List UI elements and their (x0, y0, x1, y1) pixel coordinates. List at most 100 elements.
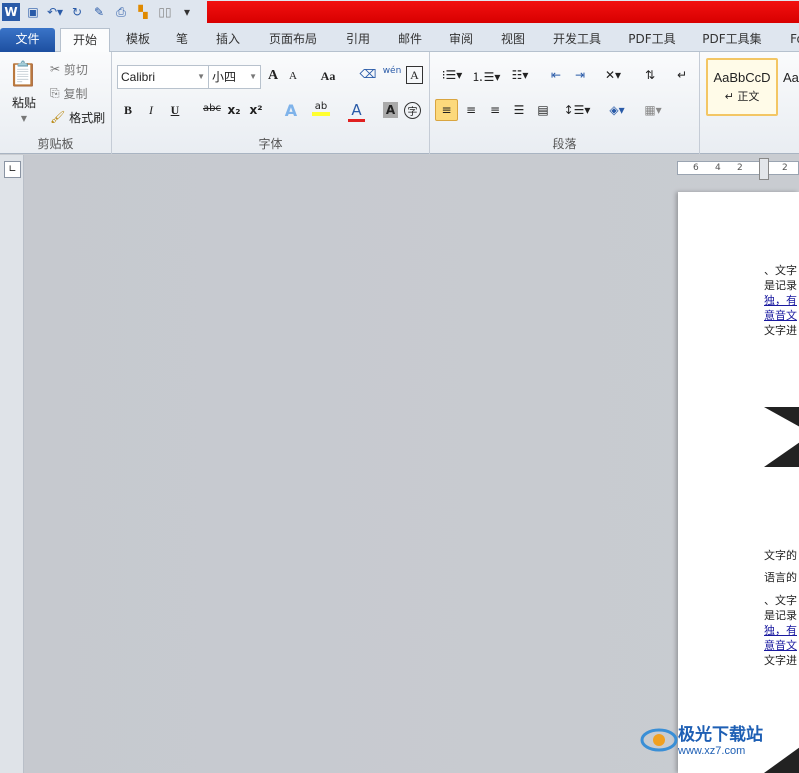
font-color-button[interactable]: A (348, 101, 365, 122)
tab-view[interactable]: 视图 (493, 28, 533, 52)
align-right-icon[interactable]: ≡ (484, 99, 506, 121)
tab-selector-button[interactable]: ∟ (4, 161, 21, 178)
title-bar (207, 1, 799, 23)
copy-button[interactable]: ⎘ 复制 (50, 84, 87, 102)
word-logo-icon: W (2, 3, 20, 21)
align-center-icon[interactable]: ≡ (460, 99, 482, 121)
watermark: 极光下载站 www.xz7.com (640, 720, 763, 757)
edit-icon[interactable]: ✎ (90, 3, 108, 21)
font-name-value: Calibri (121, 70, 156, 84)
text-link[interactable]: 独，有 (764, 292, 797, 308)
paste-button[interactable]: 粘贴 (6, 94, 42, 110)
customize-icon[interactable]: ▾ (178, 3, 196, 21)
font-name-combo[interactable]: Calibri ▼ (117, 65, 209, 89)
text-line: 、文字 (764, 264, 797, 277)
text-effects-icon[interactable]: A (282, 101, 300, 120)
italic-button[interactable]: I (144, 103, 158, 118)
font-size-value: 小四 (212, 70, 237, 84)
format-painter-label: 格式刷 (69, 110, 106, 125)
clear-format-icon[interactable]: ⌫ (359, 67, 377, 81)
enclose-char-button[interactable]: 字 (404, 102, 421, 119)
chevron-down-icon: ▼ (249, 72, 257, 81)
layout-icon[interactable]: ▚ (134, 3, 152, 21)
tab-fo[interactable]: Fo (782, 28, 799, 52)
underline-button[interactable]: U (168, 103, 182, 118)
ruler-tick: 6 (693, 163, 699, 173)
scissors-icon: ✂ (50, 62, 61, 76)
text-line: 文字的 (764, 549, 797, 562)
style-normal[interactable]: AaBbCcD ↵ 正文 (706, 58, 778, 116)
save-icon[interactable]: ▣ (24, 3, 42, 21)
copy-label: 复制 (63, 86, 88, 101)
vertical-ruler (0, 155, 24, 773)
tab-pdf-tools[interactable]: PDF工具 (622, 28, 682, 52)
increase-indent-icon[interactable]: ⇥ (570, 68, 590, 82)
distributed-icon[interactable]: ▤ (532, 99, 554, 121)
justify-icon[interactable]: ☰ (508, 99, 530, 121)
tab-references[interactable]: 引用 (338, 28, 378, 52)
shrink-font-button[interactable]: A (286, 70, 300, 82)
format-painter-button[interactable]: 🖌 格式刷 (50, 108, 105, 126)
tab-review[interactable]: 审阅 (441, 28, 481, 52)
align-left-icon[interactable]: ≡ (435, 99, 458, 121)
superscript-button[interactable]: x² (248, 103, 264, 117)
embedded-image (764, 747, 799, 773)
style-heading-sample[interactable]: Aa (783, 70, 799, 85)
paste-dropdown-icon[interactable]: ▼ (18, 112, 30, 124)
ruler-tick: 2 (737, 163, 743, 173)
bold-button[interactable]: B (120, 103, 136, 118)
chevron-down-icon: ▼ (197, 72, 205, 81)
undo-icon[interactable]: ↶▾ (46, 3, 64, 21)
tab-home[interactable]: 开始 (60, 28, 110, 53)
tab-file[interactable]: 文件 (0, 28, 55, 52)
tab-pen[interactable]: 笔 (168, 28, 196, 52)
watermark-url: www.xz7.com (678, 745, 746, 757)
paste-icon[interactable]: 📋 (8, 58, 38, 90)
char-shading-button[interactable]: A (383, 102, 398, 118)
highlight-icon[interactable]: ab (312, 101, 330, 116)
show-marks-icon[interactable]: ↵ (674, 68, 690, 82)
indent-marker[interactable] (759, 158, 769, 180)
decrease-indent-icon[interactable]: ⇤ (546, 68, 566, 82)
numbering-icon[interactable]: ⒈☰▾ (472, 68, 501, 85)
watermark-name: 极光下载站 (678, 725, 763, 745)
strikethrough-button[interactable]: abc (202, 103, 222, 114)
chinese-layout-icon[interactable]: ✕▾ (600, 68, 626, 82)
subscript-button[interactable]: x₂ (226, 103, 242, 117)
text-line: 文字进 (764, 324, 797, 337)
multilevel-list-icon[interactable]: ☷▾ (506, 68, 534, 82)
shading-icon[interactable]: ◈▾ (604, 99, 630, 121)
change-case-button[interactable]: Aa (317, 69, 339, 84)
ribbon: 📋 粘贴 ▼ ✂ 剪切 ⎘ 复制 🖌 格式刷 剪贴板 Calibri ▼ 小四 ▼ … (0, 52, 799, 154)
cut-button[interactable]: ✂ 剪切 (50, 60, 88, 78)
bullets-icon[interactable]: ⁝☰▾ (438, 68, 466, 82)
clipboard-group: 📋 粘贴 ▼ ✂ 剪切 ⎘ 复制 🖌 格式刷 剪贴板 (0, 52, 112, 154)
tab-developer[interactable]: 开发工具 (546, 28, 608, 52)
line-spacing-icon[interactable]: ↕☰▾ (564, 99, 591, 121)
tab-mailings[interactable]: 邮件 (390, 28, 430, 52)
tab-page-layout[interactable]: 页面布局 (262, 28, 324, 52)
text-link[interactable]: 独，有 (764, 622, 797, 638)
redo-icon[interactable]: ↻ (68, 3, 86, 21)
tab-insert[interactable]: 插入 (208, 28, 248, 52)
copy-icon: ⎘ (50, 85, 60, 100)
print-preview-icon[interactable]: ⎙ (112, 3, 130, 21)
font-group: Calibri ▼ 小四 ▼ A A Aa ⌫ wén A B I U abc x₂… (112, 52, 430, 154)
text-link[interactable]: 意音文 (764, 637, 797, 653)
tab-template[interactable]: 模板 (118, 28, 158, 52)
horizontal-ruler[interactable]: 6 4 2 2 (677, 158, 799, 180)
ribbon-tabs: 文件 开始 模板 笔 插入 页面布局 引用 邮件 审阅 视图 开发工具 PDF工… (0, 24, 799, 53)
sort-icon[interactable]: ⇅ (640, 68, 660, 82)
phonetic-guide-button[interactable]: wén (382, 66, 402, 76)
text-link[interactable]: 意音文 (764, 307, 797, 323)
embedded-image (764, 407, 799, 467)
text-line: 是记录 (764, 609, 797, 622)
watermark-logo-icon (640, 728, 678, 751)
tab-pdf-toolset[interactable]: PDF工具集 (696, 28, 768, 52)
font-size-combo[interactable]: 小四 ▼ (208, 65, 261, 89)
char-border-button[interactable]: A (406, 66, 423, 84)
borders-icon[interactable]: ▦▾ (640, 99, 666, 121)
read-icon[interactable]: ▯▯ (156, 3, 174, 21)
grow-font-button[interactable]: A (265, 68, 281, 84)
brush-icon: 🖌 (50, 110, 66, 124)
